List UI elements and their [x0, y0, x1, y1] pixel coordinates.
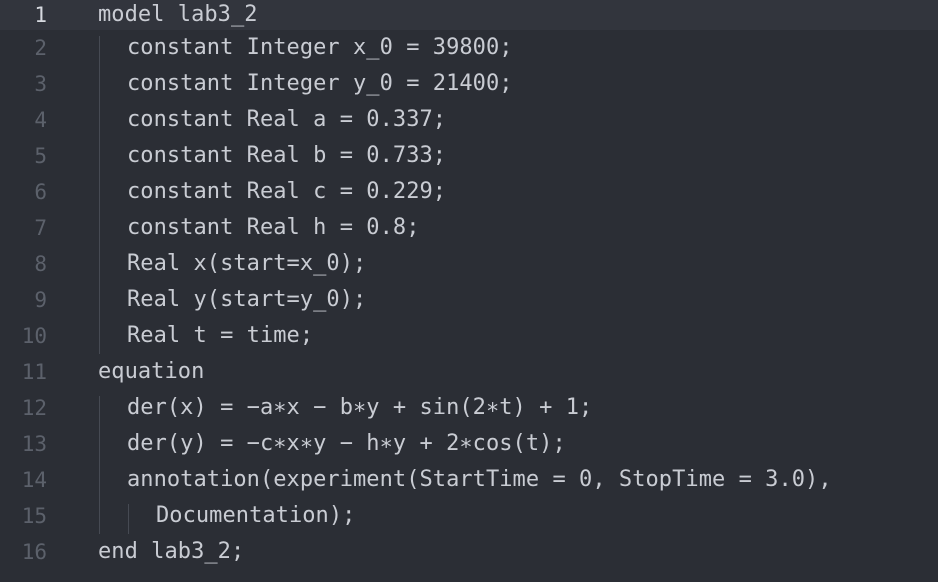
- line-number: 3: [34, 72, 47, 96]
- code-line[interactable]: 1 model lab3_2: [0, 0, 938, 36]
- code-line[interactable]: 5 constant Real b = 0.733;: [0, 141, 938, 177]
- line-text[interactable]: der(y) = −c∗x∗y − h∗y + 2∗cos(t);: [127, 429, 566, 459]
- code-line[interactable]: 14 annotation(experiment(StartTime = 0, …: [0, 465, 938, 501]
- line-number: 5: [34, 144, 47, 168]
- line-text[interactable]: Documentation);: [156, 501, 355, 531]
- code-line[interactable]: 7 constant Real h = 0.8;: [0, 213, 938, 249]
- line-number: 14: [21, 468, 47, 492]
- code-line[interactable]: 16 end lab3_2;: [0, 537, 938, 573]
- code-line[interactable]: 13 der(y) = −c∗x∗y − h∗y + 2∗cos(t);: [0, 429, 938, 465]
- line-number: 8: [34, 252, 47, 276]
- code-line[interactable]: 11 equation: [0, 357, 938, 393]
- code-line[interactable]: 4 constant Real a = 0.337;: [0, 105, 938, 141]
- line-number: 9: [34, 288, 47, 312]
- line-text[interactable]: constant Real b = 0.733;: [127, 141, 446, 171]
- line-number: 6: [34, 180, 47, 204]
- line-text[interactable]: Real y(start=y_0);: [127, 285, 366, 315]
- code-line[interactable]: 10 Real t = time;: [0, 321, 938, 357]
- line-number: 12: [21, 396, 47, 420]
- line-number: 4: [34, 108, 47, 132]
- line-text[interactable]: constant Real h = 0.8;: [127, 213, 420, 243]
- code-line[interactable]: 12 der(x) = −a∗x − b∗y + sin(2∗t) + 1;: [0, 393, 938, 429]
- line-number: 1: [34, 3, 47, 27]
- line-text[interactable]: model lab3_2: [98, 0, 258, 30]
- code-line[interactable]: 9 Real y(start=y_0);: [0, 285, 938, 321]
- line-text[interactable]: Real t = time;: [127, 321, 313, 351]
- line-text[interactable]: constant Integer y_0 = 21400;: [127, 69, 513, 99]
- code-line[interactable]: 8 Real x(start=x_0);: [0, 249, 938, 285]
- line-text[interactable]: constant Real a = 0.337;: [127, 105, 446, 135]
- line-text[interactable]: constant Integer x_0 = 39800;: [127, 33, 513, 63]
- line-number: 13: [21, 432, 47, 456]
- line-text[interactable]: annotation(experiment(StartTime = 0, Sto…: [127, 465, 832, 495]
- code-line[interactable]: 2 constant Integer x_0 = 39800;: [0, 33, 938, 69]
- code-line[interactable]: 3 constant Integer y_0 = 21400;: [0, 69, 938, 105]
- code-editor[interactable]: 1 model lab3_2 2 constant Integer x_0 = …: [0, 0, 938, 582]
- line-number: 10: [21, 324, 47, 348]
- line-number: 2: [34, 36, 47, 60]
- line-text[interactable]: end lab3_2;: [98, 537, 244, 567]
- line-text[interactable]: der(x) = −a∗x − b∗y + sin(2∗t) + 1;: [127, 393, 592, 423]
- line-text[interactable]: equation: [98, 357, 204, 387]
- line-number: 11: [21, 360, 47, 384]
- line-number: 16: [21, 540, 47, 564]
- line-number: 7: [34, 216, 47, 240]
- code-line[interactable]: 6 constant Real c = 0.229;: [0, 177, 938, 213]
- line-text[interactable]: constant Real c = 0.229;: [127, 177, 446, 207]
- line-number: 15: [21, 504, 47, 528]
- code-line[interactable]: 15 Documentation);: [0, 501, 938, 537]
- line-text[interactable]: Real x(start=x_0);: [127, 249, 366, 279]
